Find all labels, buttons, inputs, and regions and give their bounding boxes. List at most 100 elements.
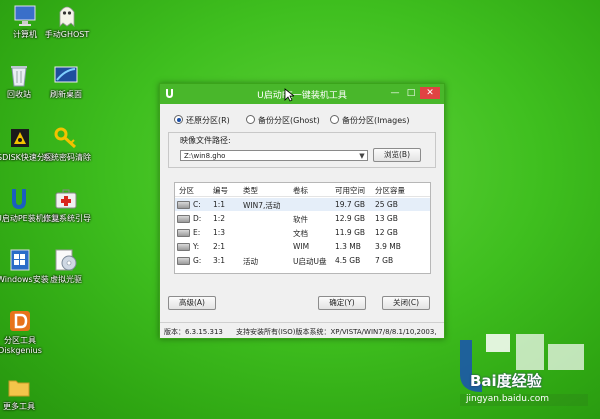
cell-free: 12.9 GB bbox=[335, 214, 366, 223]
image-path-select[interactable]: Z:\win8.gho ▼ bbox=[180, 150, 368, 161]
desktop-icon-diskgenius[interactable]: 分区工具Diskgenius bbox=[0, 308, 43, 356]
chevron-down-icon[interactable]: ▼ bbox=[357, 151, 367, 160]
radio-label: 还原分区(R) bbox=[186, 116, 230, 125]
desktop-icon-password[interactable]: 系统密码清除 bbox=[43, 125, 91, 163]
image-path-label: 映像文件路径: bbox=[180, 136, 231, 145]
recycle-bin-icon bbox=[6, 62, 32, 88]
minimize-button[interactable]: — bbox=[388, 87, 402, 99]
cell-label: U启动U盘 bbox=[293, 257, 327, 266]
watermark-url: jingyan.baidu.com bbox=[466, 394, 550, 404]
cell-size: 12 GB bbox=[375, 228, 398, 237]
browse-button[interactable]: 浏览(B) bbox=[373, 148, 421, 162]
desktop-icon-label: 更多工具 bbox=[3, 402, 35, 411]
desktop-icon-ghost[interactable]: 手动GHOST bbox=[44, 2, 90, 40]
desktop-icon-label: 手动GHOST bbox=[44, 30, 90, 39]
u-start-icon bbox=[6, 186, 32, 212]
table-row[interactable]: Y: 2:1 WIM 1.3 MB 3.9 MB bbox=[175, 240, 430, 253]
cell-type: 活动 bbox=[243, 257, 258, 266]
partition-table: 分区 编号 类型 卷标 可用空间 分区容量 C: 1:1 WIN7,活动 19.… bbox=[174, 182, 431, 274]
radio-label: 备份分区(Images) bbox=[342, 116, 410, 125]
cell-partition: C: bbox=[193, 200, 201, 209]
desktop-icon-label: 系统密码清除 bbox=[43, 153, 91, 162]
status-bar: 版本：6.3.15.313 支持安装所有(ISO)版本系统：XP/VISTA/W… bbox=[160, 322, 444, 339]
column-header: 卷标 bbox=[293, 186, 308, 195]
desktop-icon-bootfix[interactable]: 修复系统引导 bbox=[43, 186, 91, 224]
virtual-drive-icon bbox=[53, 247, 79, 273]
radio-backup-ghost[interactable]: 备份分区(Ghost) bbox=[246, 115, 320, 127]
cell-size: 3.9 MB bbox=[375, 242, 401, 251]
installer-window: U启动PE一键装机工具 — □ ✕ 还原分区(R) 备份分区(Ghost) 备份… bbox=[159, 83, 445, 339]
column-header: 编号 bbox=[213, 186, 228, 195]
column-header: 分区 bbox=[179, 186, 194, 195]
computer-icon bbox=[12, 2, 38, 28]
cell-type: WIN7,活动 bbox=[243, 201, 281, 210]
cell-size: 7 GB bbox=[375, 256, 394, 265]
watermark-logo: Bai度经验 jingyan.baidu.com bbox=[452, 330, 592, 410]
table-row[interactable]: C: 1:1 WIN7,活动 19.7 GB 25 GB bbox=[175, 198, 430, 211]
desktop-icon-refresh[interactable]: 刷新桌面 bbox=[43, 62, 89, 100]
desktop-icon-label: 刷新桌面 bbox=[50, 90, 82, 99]
cell-number: 3:1 bbox=[213, 256, 226, 265]
disk-icon bbox=[177, 201, 190, 209]
usb-disk-icon bbox=[177, 257, 190, 265]
desktop-icon-recycle[interactable]: 回收站 bbox=[0, 62, 42, 100]
cell-size: 25 GB bbox=[375, 200, 398, 209]
title-bar[interactable]: U启动PE一键装机工具 — □ ✕ bbox=[160, 84, 444, 104]
desktop-icon-label: 虚拟光驱 bbox=[50, 275, 82, 284]
cell-partition: Y: bbox=[193, 242, 200, 251]
radio-dot bbox=[330, 115, 339, 124]
desktop-icon-label: 回收站 bbox=[7, 90, 31, 99]
disk-tool-icon bbox=[7, 125, 33, 151]
ok-button[interactable]: 确定(Y) bbox=[318, 296, 366, 310]
cell-partition: G: bbox=[193, 256, 202, 265]
mouse-cursor-icon bbox=[284, 88, 296, 105]
ghost-icon bbox=[54, 2, 80, 28]
cell-free: 19.7 GB bbox=[335, 200, 366, 209]
desktop-icon-pe-installer[interactable]: U启动PE装机工具 bbox=[0, 186, 60, 224]
radio-label: 备份分区(Ghost) bbox=[258, 116, 320, 125]
cell-size: 13 GB bbox=[375, 214, 398, 223]
column-header: 可用空间 bbox=[335, 186, 365, 195]
desktop-icon-label: SDISK快速分区 bbox=[0, 153, 53, 162]
desktop-icon-label: U启动PE装机工具 bbox=[0, 214, 60, 223]
cell-free: 1.3 MB bbox=[335, 242, 361, 251]
support-text: 支持安装所有(ISO)版本系统：XP/VISTA/WIN7/8/8.1/10,2… bbox=[236, 328, 437, 336]
table-header: 分区 编号 类型 卷标 可用空间 分区容量 bbox=[175, 183, 430, 197]
desktop-icon-label: Windows安装 bbox=[0, 275, 49, 284]
radio-restore[interactable]: 还原分区(R) bbox=[174, 115, 230, 127]
folder-icon bbox=[6, 374, 32, 400]
advanced-button[interactable]: 高级(A) bbox=[168, 296, 216, 310]
close-button[interactable]: 关闭(C) bbox=[382, 296, 430, 310]
cell-number: 2:1 bbox=[213, 242, 226, 251]
refresh-desktop-icon bbox=[53, 62, 79, 88]
desktop-icon-windows[interactable]: Windows安装 bbox=[0, 247, 49, 285]
column-header: 分区容量 bbox=[375, 186, 405, 195]
radio-backup-images[interactable]: 备份分区(Images) bbox=[330, 115, 409, 127]
cell-free: 4.5 GB bbox=[335, 256, 361, 265]
table-row[interactable]: E: 1:3 文档 11.9 GB 12 GB bbox=[175, 226, 430, 239]
watermark-brand: Bai度经验 bbox=[470, 372, 542, 390]
first-aid-kit-icon bbox=[53, 186, 79, 212]
key-icon bbox=[53, 125, 79, 151]
desktop-icon-disktool[interactable]: SDISK快速分区 bbox=[0, 125, 53, 163]
diskgenius-icon bbox=[7, 308, 33, 334]
desktop-icon-vdrive[interactable]: 虚拟光驱 bbox=[43, 247, 89, 285]
cell-label: 文档 bbox=[293, 229, 308, 238]
version-text: 版本：6.3.15.313 bbox=[164, 328, 223, 336]
close-window-button[interactable]: ✕ bbox=[420, 87, 440, 99]
desktop-icon-label: 分区工具Diskgenius bbox=[0, 336, 42, 355]
table-row[interactable]: G: 3:1 活动 U启动U盘 4.5 GB 7 GB bbox=[175, 254, 430, 267]
disk-icon bbox=[177, 215, 190, 223]
cell-number: 1:3 bbox=[213, 228, 226, 237]
radio-dot bbox=[174, 115, 183, 124]
desktop-icon-computer[interactable]: 计算机 bbox=[2, 2, 48, 40]
cell-label: 软件 bbox=[293, 215, 308, 224]
cell-free: 11.9 GB bbox=[335, 228, 366, 237]
windows-installer-icon bbox=[7, 247, 33, 273]
cell-partition: E: bbox=[193, 228, 201, 237]
image-path-value: Z:\win8.gho bbox=[184, 152, 226, 160]
cell-number: 1:1 bbox=[213, 200, 226, 209]
maximize-button[interactable]: □ bbox=[404, 87, 418, 99]
table-row[interactable]: D: 1:2 软件 12.9 GB 13 GB bbox=[175, 212, 430, 225]
desktop-icon-more[interactable]: 更多工具 bbox=[0, 374, 42, 412]
